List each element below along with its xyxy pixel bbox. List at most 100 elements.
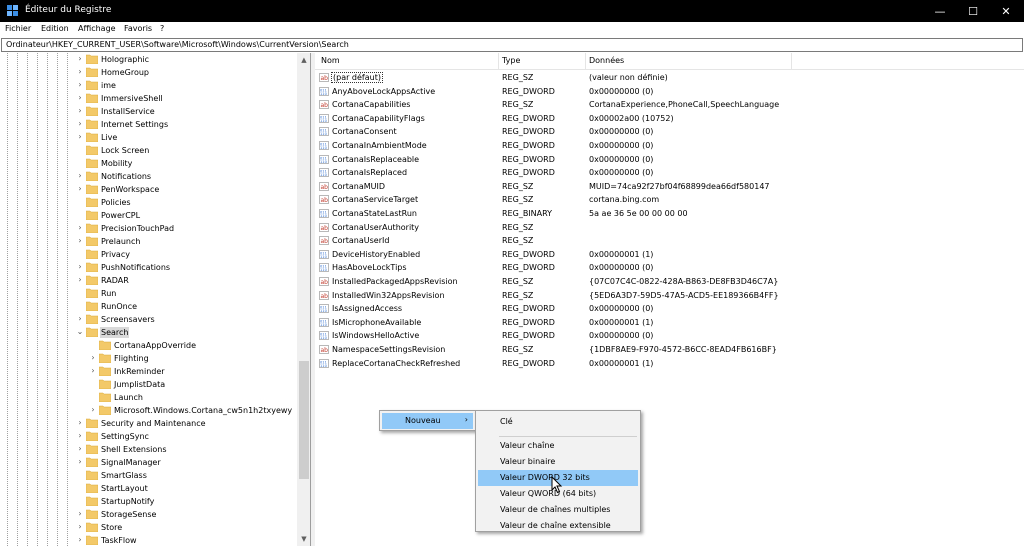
value-row[interactable]: 011 110 CortanaIsReplaced REG_DWORD 0x000000… <box>315 166 1024 179</box>
tree-item[interactable]: PowerCPL <box>0 209 296 222</box>
chevron-right-icon[interactable]: › <box>75 67 85 77</box>
value-row[interactable]: 011 110 CortanaInAmbientMode REG_DWORD 0x000… <box>315 139 1024 152</box>
chevron-right-icon[interactable] <box>75 197 85 207</box>
tree-item[interactable]: › SettingSync <box>0 430 296 443</box>
maximize-button[interactable]: ☐ <box>957 0 989 22</box>
menu-edition[interactable]: Edition <box>41 24 69 33</box>
chevron-right-icon[interactable]: › <box>88 405 98 415</box>
tree-item[interactable]: RunOnce <box>0 300 296 313</box>
chevron-right-icon[interactable]: › <box>88 366 98 376</box>
chevron-right-icon[interactable] <box>75 483 85 493</box>
chevron-right-icon[interactable]: › <box>75 522 85 532</box>
value-row[interactable]: 011 110 AnyAboveLockAppsActive REG_DWORD 0x0… <box>315 85 1024 98</box>
column-separator[interactable] <box>585 53 586 70</box>
tree-item[interactable]: › Flighting <box>0 352 296 365</box>
submenu-item[interactable]: Clé <box>478 414 638 430</box>
value-row[interactable]: 011 110 IsWindowsHelloActive REG_DWORD 0x000… <box>315 329 1024 342</box>
chevron-right-icon[interactable]: › <box>75 106 85 116</box>
tree-item[interactable]: › InkReminder <box>0 365 296 378</box>
tree-item[interactable]: › StorageSense <box>0 508 296 521</box>
value-row[interactable]: ab CortanaUserId REG_SZ <box>315 234 1024 247</box>
value-row[interactable]: 011 110 HasAboveLockTips REG_DWORD 0x0000000… <box>315 261 1024 274</box>
address-bar[interactable]: Ordinateur\HKEY_CURRENT_USER\Software\Mi… <box>1 38 1023 52</box>
tree-item[interactable]: › ime <box>0 79 296 92</box>
column-header-data[interactable]: Données <box>589 56 624 65</box>
tree-item[interactable]: › Notifications <box>0 170 296 183</box>
chevron-right-icon[interactable]: › <box>75 93 85 103</box>
chevron-down-icon[interactable]: ⌄ <box>75 327 85 337</box>
key-tree-pane[interactable]: › Holographic › HomeGroup › ime › ImmersiveShel… <box>0 53 311 546</box>
scrollbar-thumb[interactable] <box>299 361 309 479</box>
address-path[interactable]: Ordinateur\HKEY_CURRENT_USER\Software\Mi… <box>6 40 349 49</box>
chevron-right-icon[interactable] <box>75 288 85 298</box>
value-row[interactable]: 011 110 CortanaStateLastRun REG_BINARY 5a ae… <box>315 207 1024 220</box>
chevron-right-icon[interactable] <box>88 340 98 350</box>
chevron-right-icon[interactable] <box>75 249 85 259</box>
submenu-item[interactable]: Valeur de chaîne extensible <box>478 518 638 534</box>
tree-item[interactable]: › PrecisionTouchPad <box>0 222 296 235</box>
tree-item[interactable]: › RADAR <box>0 274 296 287</box>
chevron-right-icon[interactable] <box>75 158 85 168</box>
chevron-right-icon[interactable]: › <box>75 457 85 467</box>
tree-item[interactable]: Run <box>0 287 296 300</box>
tree-item[interactable]: Policies <box>0 196 296 209</box>
close-button[interactable]: ✕ <box>990 0 1022 22</box>
tree-item[interactable]: › Live <box>0 131 296 144</box>
tree-item[interactable]: Mobility <box>0 157 296 170</box>
tree-item[interactable]: ⌄ Search <box>0 326 296 339</box>
tree-item[interactable]: › Internet Settings <box>0 118 296 131</box>
values-list-pane[interactable]: Nom Type Données ab (par défaut) REG_SZ (va… <box>315 53 1024 546</box>
chevron-right-icon[interactable] <box>75 210 85 220</box>
tree-item[interactable]: StartupNotify <box>0 495 296 508</box>
tree-scrollbar[interactable]: ▲ ▼ <box>297 53 310 546</box>
tree-item[interactable]: › SignalManager <box>0 456 296 469</box>
value-row[interactable]: 011 110 IsMicrophoneAvailable REG_DWORD 0x00… <box>315 316 1024 329</box>
menu-favoris[interactable]: Favoris <box>124 24 152 33</box>
chevron-right-icon[interactable] <box>88 392 98 402</box>
tree-item[interactable]: › InstallService <box>0 105 296 118</box>
tree-item[interactable]: › HomeGroup <box>0 66 296 79</box>
value-row[interactable]: ab NamespaceSettingsRevision REG_SZ {1DBF8A… <box>315 343 1024 356</box>
menu-affichage[interactable]: Affichage <box>78 24 116 33</box>
minimize-button[interactable]: — <box>924 0 956 22</box>
chevron-right-icon[interactable]: › <box>75 431 85 441</box>
chevron-right-icon[interactable]: › <box>75 509 85 519</box>
value-row[interactable]: 011 110 CortanaIsReplaceable REG_DWORD 0x000… <box>315 153 1024 166</box>
chevron-right-icon[interactable] <box>75 301 85 311</box>
chevron-right-icon[interactable]: › <box>75 80 85 90</box>
chevron-right-icon[interactable] <box>88 379 98 389</box>
chevron-right-icon[interactable]: › <box>75 314 85 324</box>
value-row[interactable]: 011 110 DeviceHistoryEnabled REG_DWORD 0x000… <box>315 248 1024 261</box>
tree-item[interactable]: › TaskFlow <box>0 534 296 546</box>
scroll-down-icon[interactable]: ▼ <box>297 532 310 546</box>
scroll-up-icon[interactable]: ▲ <box>297 53 310 67</box>
tree-item[interactable]: › PushNotifications <box>0 261 296 274</box>
value-row[interactable]: ab (par défaut) REG_SZ (valeur non définie) <box>315 71 1024 84</box>
tree-item[interactable]: SmartGlass <box>0 469 296 482</box>
tree-item[interactable]: › Microsoft.Windows.Cortana_cw5n1h2txyewy <box>0 404 296 417</box>
tree-item[interactable]: Privacy <box>0 248 296 261</box>
submenu-item[interactable]: Valeur de chaînes multiples <box>478 502 638 518</box>
value-row[interactable]: ab InstalledPackagedAppsRevision REG_SZ {07… <box>315 275 1024 288</box>
column-header-name[interactable]: Nom <box>321 56 340 65</box>
tree-item[interactable]: › Holographic <box>0 53 296 66</box>
value-row[interactable]: ab CortanaUserAuthority REG_SZ <box>315 221 1024 234</box>
chevron-right-icon[interactable] <box>75 145 85 155</box>
tree-item[interactable]: › Screensavers <box>0 313 296 326</box>
value-row[interactable]: ab CortanaMUID REG_SZ MUID=74ca92f27bf04f68… <box>315 180 1024 193</box>
menu-fichier[interactable]: Fichier <box>5 24 31 33</box>
column-header-type[interactable]: Type <box>502 56 520 65</box>
chevron-right-icon[interactable] <box>75 470 85 480</box>
chevron-right-icon[interactable] <box>75 496 85 506</box>
tree-item[interactable]: CortanaAppOverride <box>0 339 296 352</box>
chevron-right-icon[interactable]: › <box>75 418 85 428</box>
chevron-right-icon[interactable]: › <box>75 275 85 285</box>
tree-item[interactable]: JumplistData <box>0 378 296 391</box>
column-separator[interactable] <box>791 53 792 70</box>
chevron-right-icon[interactable]: › <box>75 262 85 272</box>
column-separator[interactable] <box>498 53 499 70</box>
chevron-right-icon[interactable]: › <box>75 444 85 454</box>
chevron-right-icon[interactable]: › <box>75 132 85 142</box>
value-row[interactable]: 011 110 CortanaCapabilityFlags REG_DWORD 0x0… <box>315 112 1024 125</box>
chevron-right-icon[interactable]: › <box>75 535 85 545</box>
